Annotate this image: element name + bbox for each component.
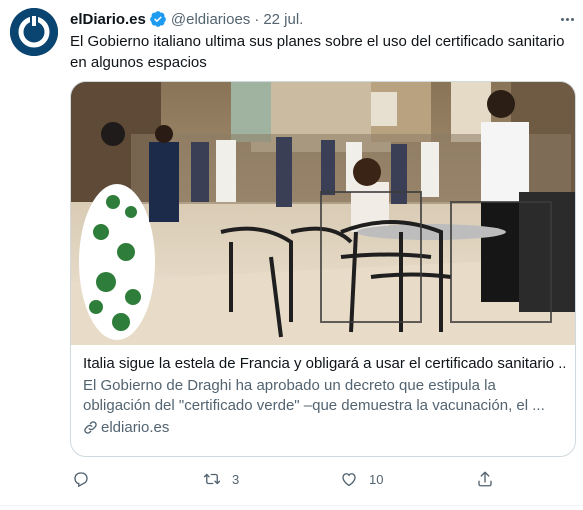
card-description: El Gobierno de Draghi ha aprobado un dec… xyxy=(83,377,545,414)
tweet-divider xyxy=(0,505,583,506)
verified-badge-icon xyxy=(150,11,166,27)
reply-icon xyxy=(74,472,88,488)
card-image[interactable] xyxy=(71,82,575,345)
retweet-icon xyxy=(203,473,221,485)
tweet[interactable]: elDiario.es @eldiarioes · 22 jul. El Gob… xyxy=(0,0,583,510)
link-icon xyxy=(84,421,97,434)
share-button[interactable] xyxy=(476,468,494,490)
card-title: Italia sigue la estela de Francia y obli… xyxy=(83,355,565,372)
link-card[interactable]: Italia sigue la estela de Francia y obli… xyxy=(70,81,576,457)
card-photo xyxy=(71,82,575,345)
eldiario-logo-icon xyxy=(10,8,58,56)
like-button[interactable]: 10 xyxy=(340,468,383,490)
more-options-icon[interactable] xyxy=(556,8,578,30)
handle[interactable]: @eldiarioes xyxy=(171,11,250,28)
separator: · xyxy=(254,10,260,28)
tweet-date[interactable]: 22 jul. xyxy=(263,11,303,28)
heart-icon xyxy=(342,473,356,487)
retweet-count: 3 xyxy=(232,471,240,487)
retweet-button[interactable]: 3 xyxy=(203,468,239,490)
display-name[interactable]: elDiario.es xyxy=(70,11,146,28)
reply-button[interactable] xyxy=(72,468,101,490)
tweet-text: El Gobierno italiano ultima sus planes s… xyxy=(70,33,565,71)
card-domain: eldiario.es xyxy=(83,419,565,436)
avatar[interactable] xyxy=(10,8,58,56)
like-count: 10 xyxy=(369,471,384,487)
card-domain-text: eldiario.es xyxy=(101,419,170,436)
tweet-header: elDiario.es @eldiarioes · 22 jul. xyxy=(70,9,303,29)
share-icon xyxy=(478,471,492,487)
tweet-actions: 3 10 xyxy=(70,468,500,490)
card-body: Italia sigue la estela de Francia y obli… xyxy=(83,354,565,436)
